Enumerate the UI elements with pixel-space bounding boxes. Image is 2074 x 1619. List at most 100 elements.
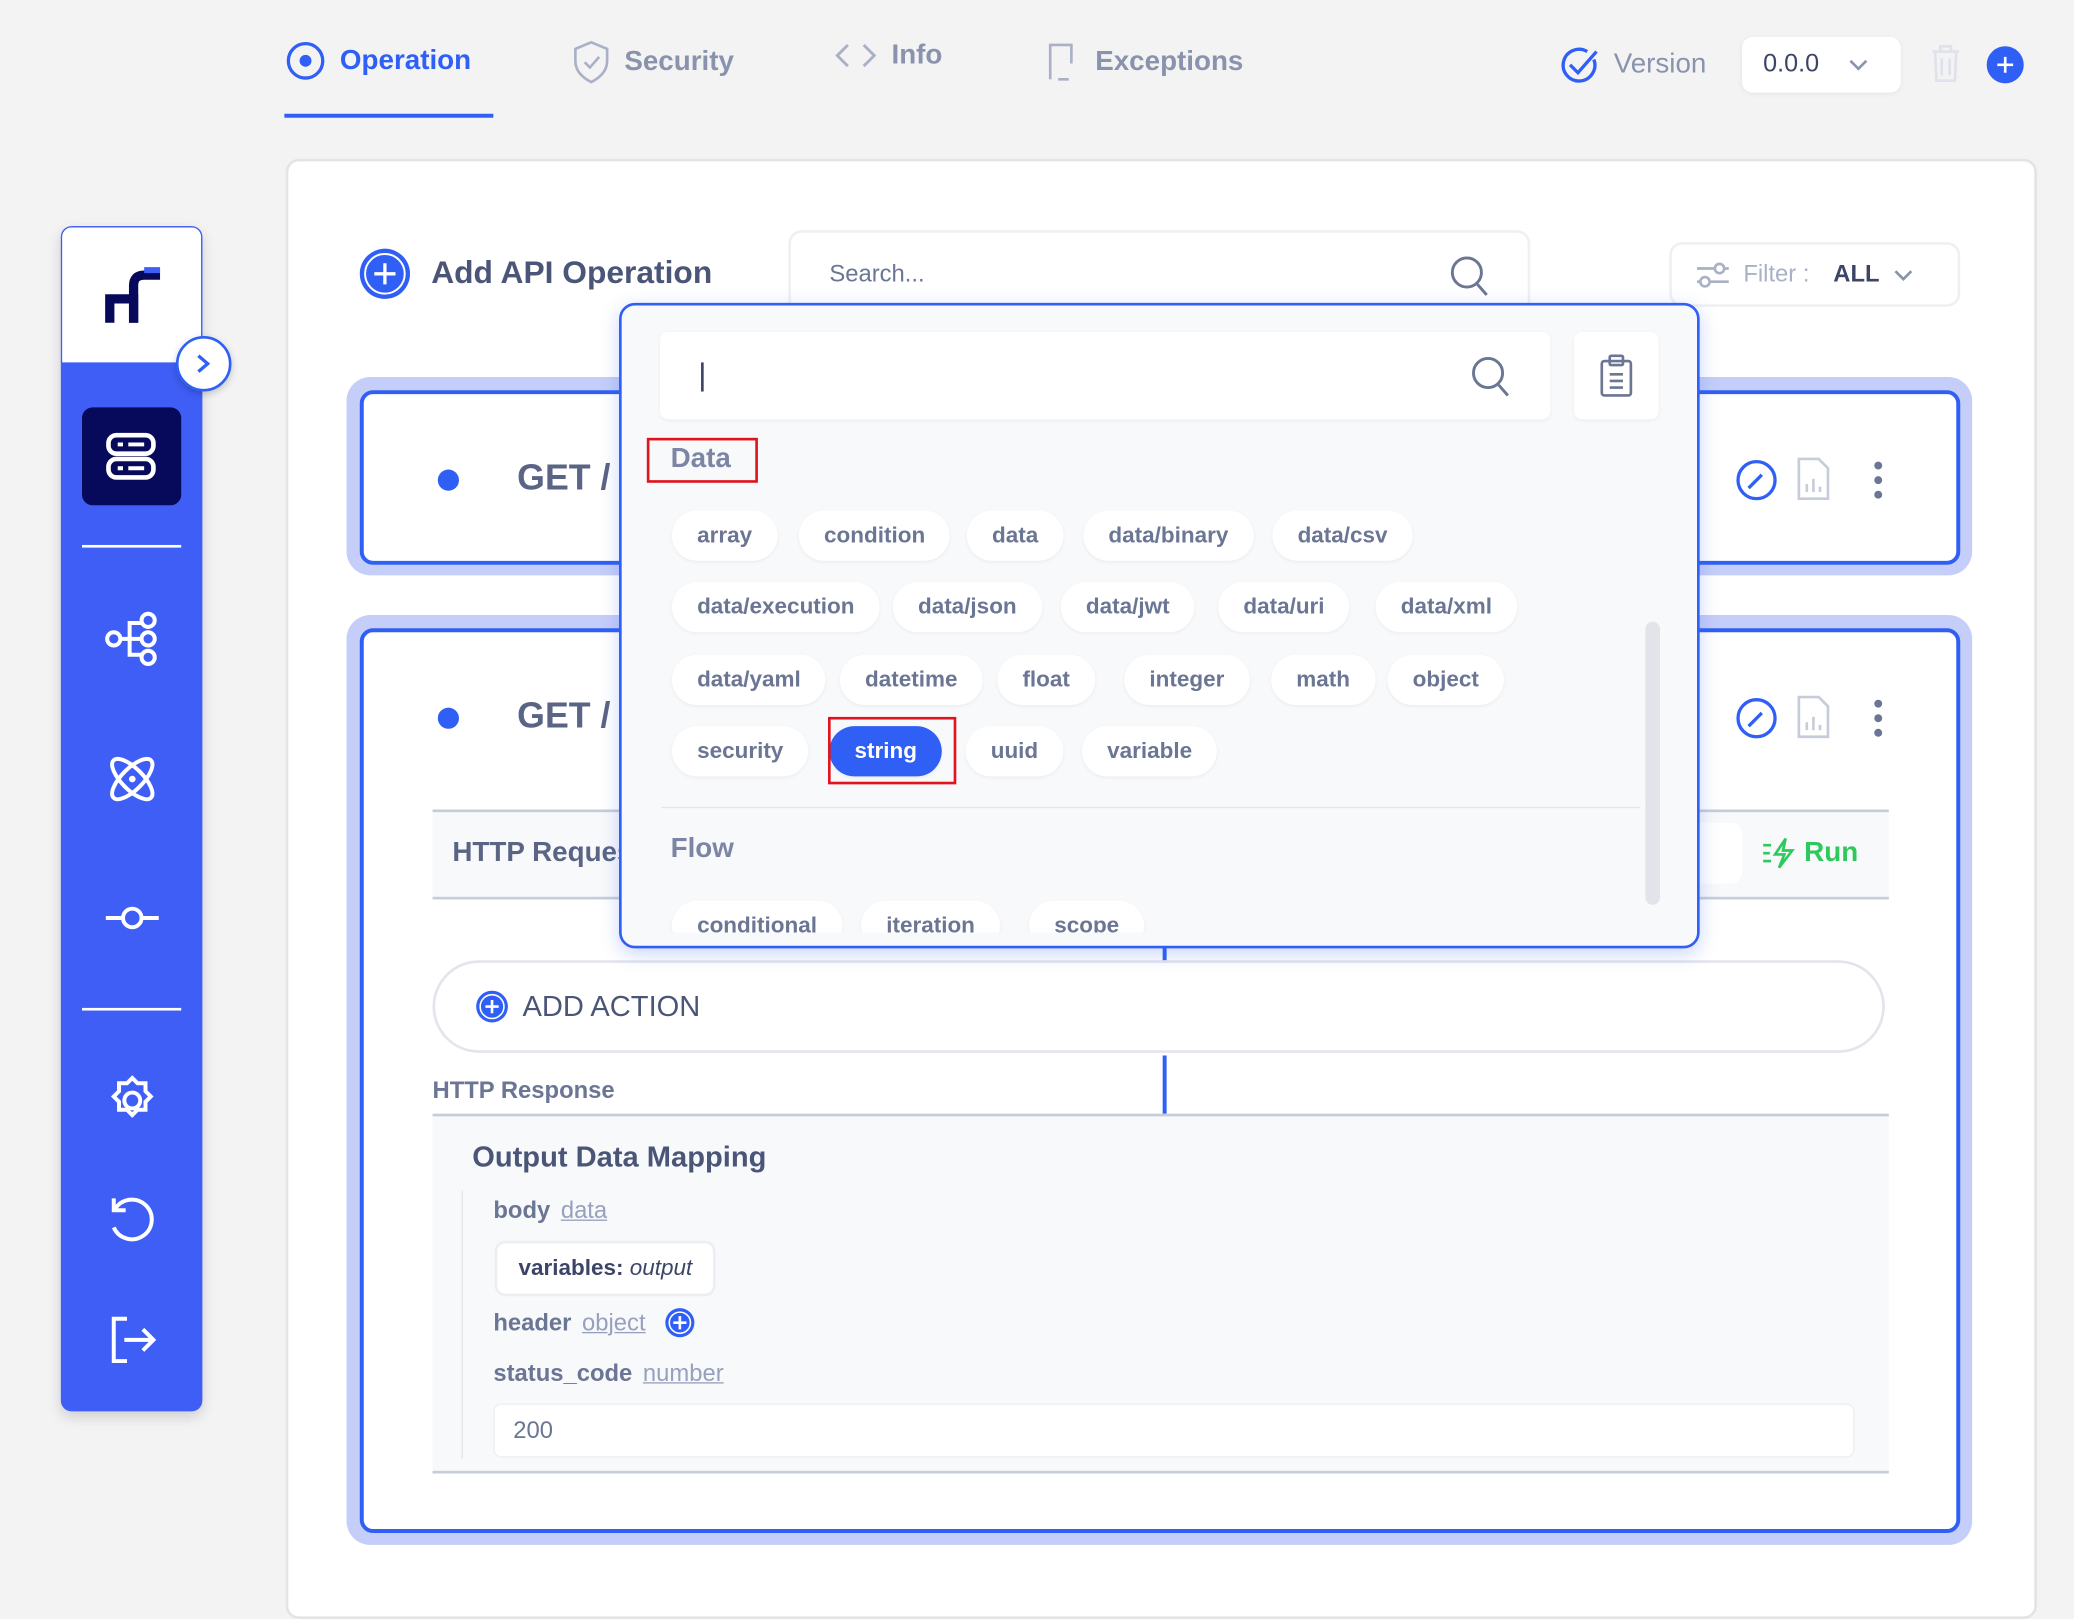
add-api-operation-button[interactable]: Add API Operation — [357, 246, 712, 302]
tab-operation[interactable]: Operation — [284, 40, 471, 82]
chevron-down-icon — [1849, 59, 1868, 71]
type-chip-math[interactable]: math — [1271, 654, 1376, 705]
atom-icon[interactable] — [103, 750, 161, 808]
type-search-input[interactable] — [660, 331, 1551, 420]
type-chip-integer[interactable]: integer — [1124, 654, 1250, 705]
add-header-icon[interactable] — [664, 1307, 696, 1339]
add-api-operation-label: Add API Operation — [431, 255, 713, 291]
tab-label: Exceptions — [1095, 46, 1244, 77]
search-icon[interactable] — [1450, 255, 1490, 297]
highlight-box — [828, 716, 957, 785]
version-select[interactable]: 0.0.0 — [1741, 37, 1901, 93]
more-vertical-icon[interactable] — [1873, 460, 1884, 500]
section-divider — [661, 806, 1641, 809]
add-action-label: ADD ACTION — [522, 989, 701, 1023]
logout-icon[interactable] — [103, 1311, 161, 1369]
type-chip-data-yaml[interactable]: data/yaml — [671, 654, 826, 705]
code-brackets-icon — [835, 43, 877, 68]
sliders-icon — [1697, 261, 1729, 288]
paste-button[interactable] — [1574, 331, 1659, 420]
type-chip-condition[interactable]: condition — [798, 510, 951, 561]
type-picker-popup: Data array condition data data/binary data/c… — [619, 302, 1700, 949]
status-dot — [437, 707, 459, 729]
run-button[interactable]: Run — [1762, 837, 1858, 869]
report-icon[interactable] — [1795, 694, 1832, 739]
gauge-icon[interactable] — [1734, 458, 1779, 503]
type-chip-array[interactable]: array — [671, 510, 778, 561]
gear-icon[interactable] — [103, 1071, 161, 1129]
commit-icon[interactable] — [103, 889, 161, 947]
tab-exceptions[interactable]: Exceptions — [1042, 40, 1243, 85]
sidebar-divider — [82, 544, 182, 548]
type-chip-datetime[interactable]: datetime — [839, 654, 983, 705]
shield-check-icon — [574, 40, 609, 84]
header-type-link[interactable]: object — [582, 1309, 646, 1337]
type-chip-float[interactable]: float — [997, 654, 1096, 705]
filter-select[interactable]: Filter : ALL — [1671, 244, 1958, 305]
document-exception-icon — [1048, 43, 1073, 81]
tab-label: Security — [624, 46, 734, 77]
workflow-branch-icon[interactable] — [103, 610, 161, 668]
add-version-icon[interactable] — [1985, 45, 2025, 85]
type-chip-uuid[interactable]: uuid — [965, 726, 1064, 777]
tab-label: Info — [891, 39, 943, 71]
status-code-input[interactable]: 200 — [493, 1403, 1855, 1458]
type-chip-data-jwt[interactable]: data/jwt — [1060, 581, 1195, 633]
http-method: GET / — [517, 457, 611, 498]
sidebar-item-operations[interactable] — [82, 407, 182, 506]
data-section-title: Data — [670, 443, 731, 474]
chevron-right-icon — [197, 354, 211, 373]
type-chip-data-execution[interactable]: data/execution — [671, 581, 880, 633]
flow-chip-iteration[interactable]: iteration — [861, 900, 1001, 933]
app-logo-icon — [105, 267, 161, 323]
http-method[interactable]: GET / — [517, 696, 610, 737]
scrollbar[interactable] — [1645, 621, 1660, 905]
flow-chip-conditional[interactable]: conditional — [671, 900, 843, 933]
type-chip-data-json[interactable]: data/json — [892, 581, 1042, 633]
variables-chip[interactable]: variables: output — [494, 1240, 717, 1297]
gauge-icon[interactable] — [1734, 696, 1779, 741]
type-chip-object[interactable]: object — [1387, 654, 1504, 705]
type-chip-data-uri[interactable]: data/uri — [1218, 581, 1350, 633]
type-chip-security[interactable]: security — [671, 726, 809, 777]
add-action-button[interactable]: ADD ACTION — [432, 960, 1885, 1053]
type-chip-data-xml[interactable]: data/xml — [1375, 581, 1518, 633]
flow-section-title: Flow — [670, 833, 734, 864]
flow-chip-scope[interactable]: scope — [1029, 900, 1145, 933]
flow-connector — [1162, 1055, 1167, 1117]
type-chip-data-binary[interactable]: data/binary — [1083, 510, 1254, 561]
trash-icon[interactable] — [1928, 44, 1962, 84]
report-icon[interactable] — [1795, 456, 1832, 501]
logo-area — [60, 226, 203, 364]
tab-info[interactable]: Info — [833, 40, 942, 72]
lightning-icon — [1763, 837, 1795, 869]
body-type-link[interactable]: data — [561, 1197, 607, 1223]
http-response-label: HTTP Response — [432, 1076, 615, 1104]
search-icon[interactable] — [1471, 356, 1511, 398]
tree-line — [461, 1190, 463, 1459]
filter-label: Filter : — [1743, 260, 1810, 288]
radio-target-icon — [286, 41, 325, 80]
type-chip-data-csv[interactable]: data/csv — [1272, 510, 1413, 561]
text-cursor — [701, 362, 704, 392]
check-circle-icon — [1561, 47, 1598, 83]
status-type-link[interactable]: number — [643, 1360, 724, 1386]
clipboard-icon — [1600, 354, 1633, 397]
version-label: Version — [1558, 44, 1706, 86]
status-dot — [437, 469, 459, 491]
tab-security[interactable]: Security — [571, 40, 734, 85]
version-text: Version — [1613, 48, 1707, 80]
body-field: body data — [493, 1197, 608, 1224]
history-icon[interactable] — [103, 1190, 161, 1248]
plus-circle-icon — [359, 248, 411, 299]
sidebar-divider — [82, 1007, 182, 1011]
sidebar-expand-button[interactable] — [175, 335, 232, 392]
more-vertical-icon[interactable] — [1873, 698, 1884, 738]
search-placeholder: Search... — [829, 260, 925, 288]
type-chip-variable[interactable]: variable — [1081, 726, 1218, 777]
output-title: Output Data Mapping — [472, 1140, 767, 1174]
type-chip-data[interactable]: data — [966, 510, 1064, 561]
flow-chip-list: conditional iteration scope — [622, 888, 1697, 933]
header-field: header object — [493, 1307, 695, 1339]
filter-value: ALL — [1833, 260, 1880, 288]
